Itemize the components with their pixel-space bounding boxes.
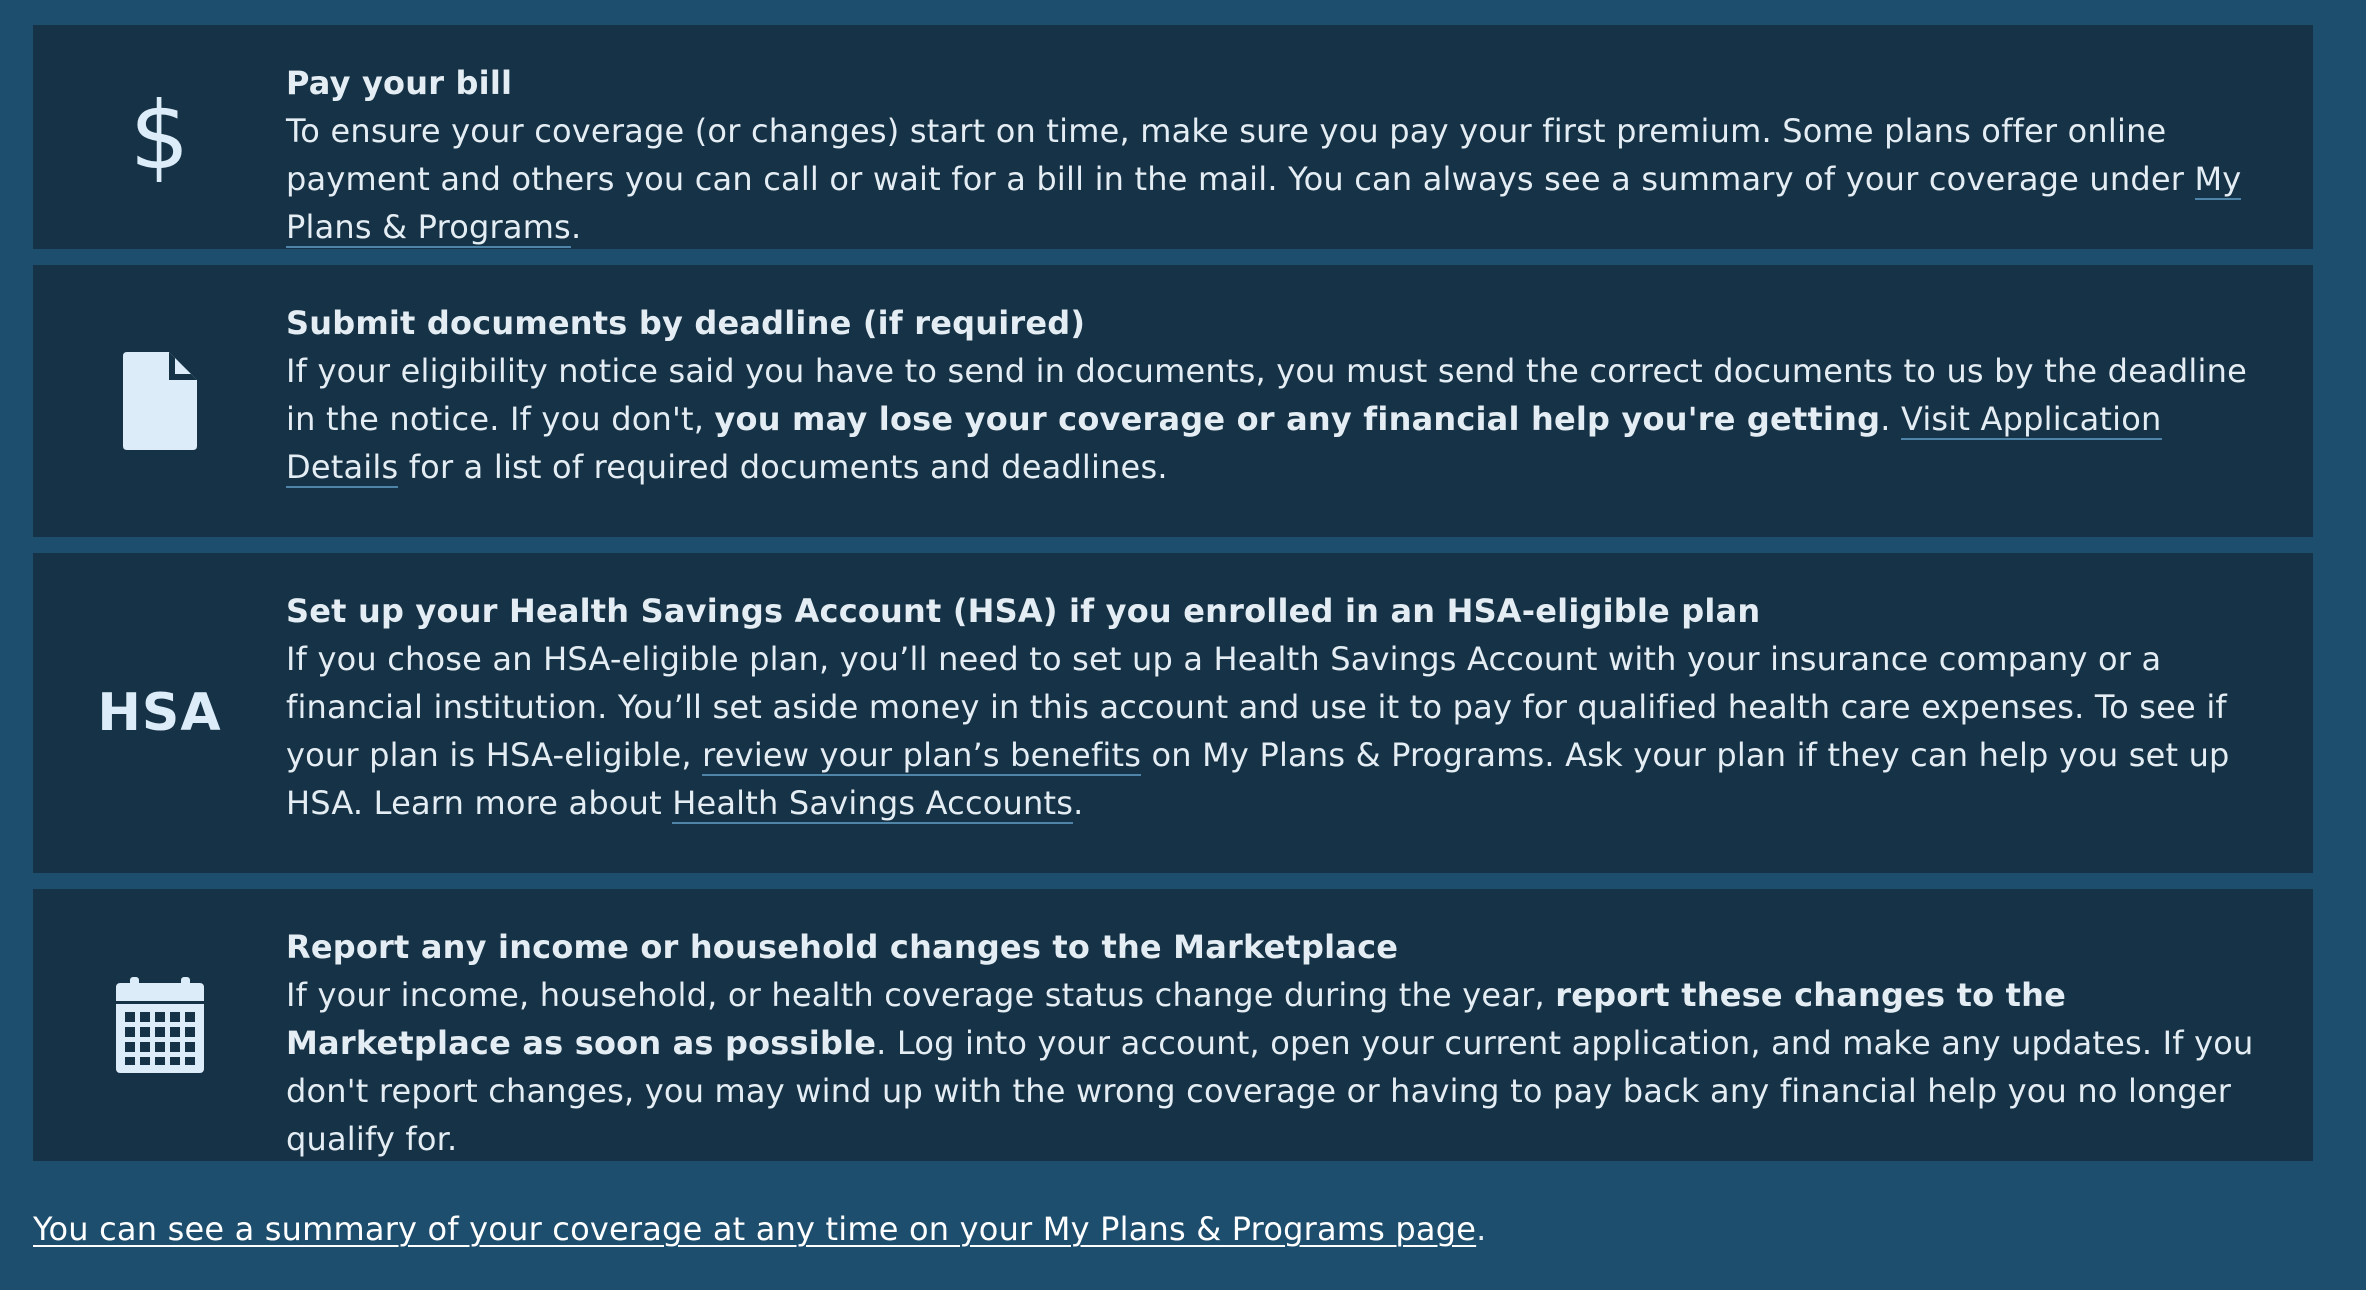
card-title: Submit documents by deadline (if require… (286, 304, 1086, 342)
document-icon (33, 265, 286, 537)
card-hsa: HSA Set up your Health Savings Account (… (33, 553, 2313, 873)
review-plan-benefits-link[interactable]: review your plan’s benefits (702, 736, 1142, 776)
card-description: If your eligibility notice said you have… (286, 352, 2247, 488)
card-title: Pay your bill (286, 64, 513, 102)
card-title: Report any income or household changes t… (286, 928, 1399, 966)
card-description: To ensure your coverage (or changes) sta… (286, 112, 2242, 248)
card-submit-documents: Submit documents by deadline (if require… (33, 265, 2313, 537)
card-description: If your income, household, or health cov… (286, 976, 2254, 1158)
card-report-changes: Report any income or household changes t… (33, 889, 2313, 1161)
next-steps-list: $ Pay your bill To ensure your coverage … (33, 25, 2313, 1177)
coverage-summary-link[interactable]: You can see a summary of your coverage a… (33, 1210, 1476, 1248)
hsa-icon: HSA (97, 683, 222, 743)
card-description: If you chose an HSA-eligible plan, you’l… (286, 640, 2230, 824)
card-pay-bill: $ Pay your bill To ensure your coverage … (33, 25, 2313, 249)
health-savings-accounts-link[interactable]: Health Savings Accounts (672, 784, 1074, 824)
dollar-icon: $ (129, 82, 190, 191)
card-title: Set up your Health Savings Account (HSA)… (286, 592, 1761, 630)
coverage-summary-footer: You can see a summary of your coverage a… (33, 1210, 1487, 1248)
calendar-icon (33, 889, 286, 1161)
